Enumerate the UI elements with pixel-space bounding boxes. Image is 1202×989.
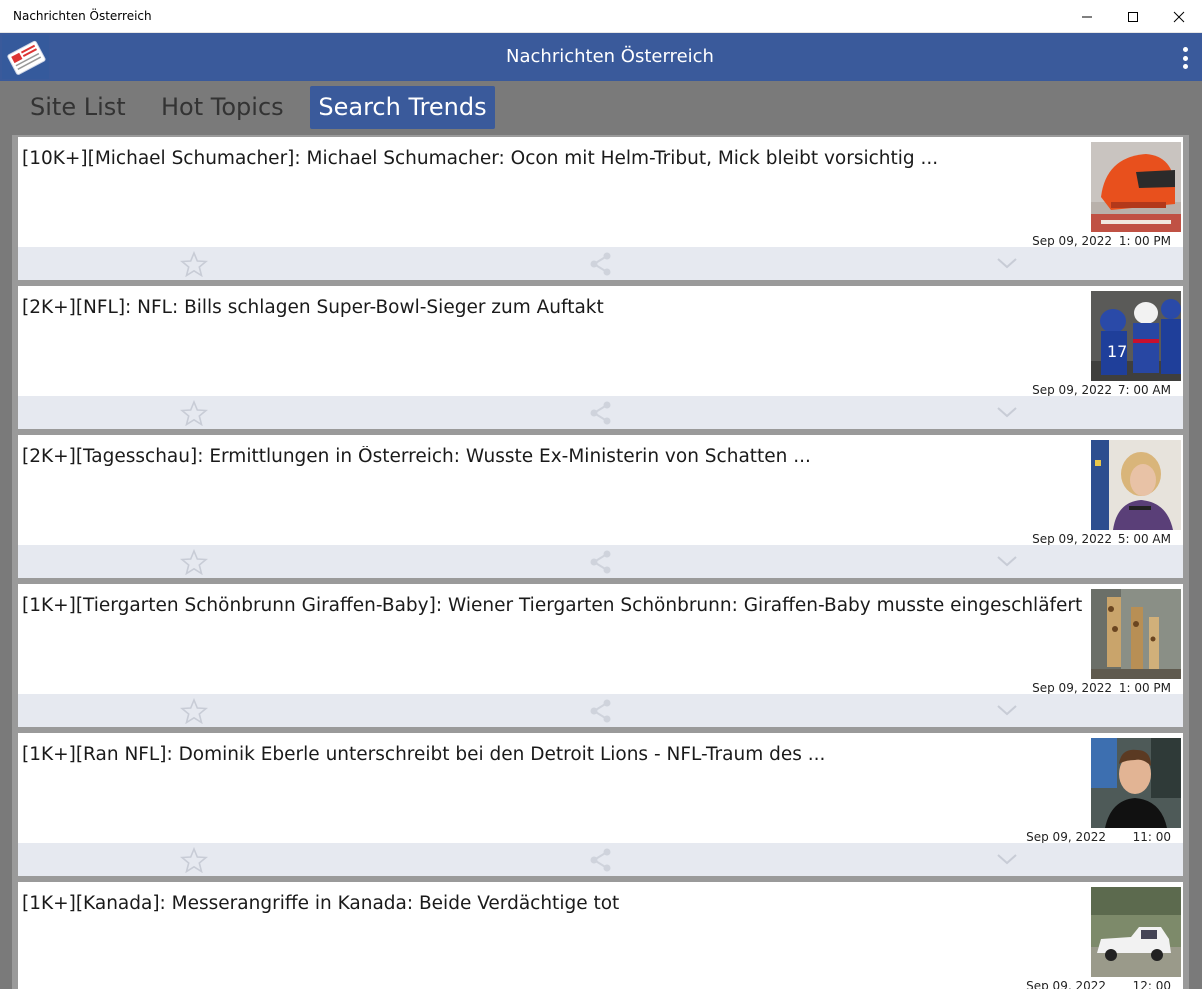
share-icon[interactable] bbox=[588, 847, 614, 873]
article-time: 12: 00 PM bbox=[1132, 979, 1171, 989]
share-icon[interactable] bbox=[588, 549, 614, 575]
white-truck-photo bbox=[1091, 887, 1181, 977]
article-headline[interactable]: [2K+][NFL]: NFL: Bills schlagen Super-Bo… bbox=[22, 297, 1082, 318]
article-thumbnail[interactable] bbox=[1091, 142, 1181, 232]
kebab-dot-icon bbox=[1182, 55, 1188, 61]
article-card[interactable]: [1K+][Kanada]: Messerangriffe in Kanada:… bbox=[18, 882, 1183, 989]
racing-helmet-photo bbox=[1091, 142, 1181, 232]
article-list[interactable]: [10K+][Michael Schumacher]: Michael Schu… bbox=[12, 135, 1189, 989]
tab-search-trends[interactable]: Search Trends bbox=[310, 86, 495, 129]
article-thumbnail[interactable] bbox=[1091, 589, 1181, 679]
share-icon[interactable] bbox=[588, 698, 614, 724]
article-date: Sep 09, 2022 bbox=[1032, 234, 1112, 248]
article-card[interactable]: [1K+][Ran NFL]: Dominik Eberle unterschr… bbox=[18, 733, 1183, 876]
woman-speaking-photo bbox=[1091, 440, 1181, 530]
chevron-down-icon[interactable] bbox=[996, 852, 1018, 866]
article-thumbnail[interactable] bbox=[1091, 738, 1181, 828]
kebab-dot-icon bbox=[1182, 64, 1188, 69]
article-thumbnail[interactable] bbox=[1091, 887, 1181, 977]
left-gutter bbox=[0, 135, 12, 989]
article-card[interactable]: [1K+][Tiergarten Schönbrunn Giraffen-Bab… bbox=[18, 584, 1183, 727]
article-date: Sep 09, 2022 bbox=[1032, 681, 1112, 695]
player-portrait-photo bbox=[1091, 738, 1181, 828]
star-icon[interactable] bbox=[180, 251, 208, 277]
maximize-button[interactable] bbox=[1110, 0, 1156, 33]
article-headline[interactable]: [1K+][Kanada]: Messerangriffe in Kanada:… bbox=[22, 893, 1082, 914]
tab-site-list[interactable]: Site List bbox=[30, 86, 126, 129]
giraffes-photo bbox=[1091, 589, 1181, 679]
window-title: Nachrichten Österreich bbox=[13, 9, 152, 23]
chevron-down-icon[interactable] bbox=[996, 256, 1018, 270]
star-icon[interactable] bbox=[180, 549, 208, 575]
article-date: Sep 09, 2022 bbox=[1032, 532, 1112, 546]
article-time: 5: 00 AM bbox=[1117, 532, 1171, 546]
article-card[interactable]: [2K+][Tagesschau]: Ermittlungen in Öster… bbox=[18, 435, 1183, 578]
share-icon[interactable] bbox=[588, 251, 614, 277]
article-time: 1: 00 PM bbox=[1118, 681, 1171, 695]
minimize-icon bbox=[1082, 16, 1092, 17]
article-time: 7: 00 AM bbox=[1117, 383, 1171, 397]
article-action-bar bbox=[18, 694, 1183, 727]
chevron-down-icon[interactable] bbox=[996, 554, 1018, 568]
chevron-down-icon[interactable] bbox=[996, 405, 1018, 419]
kebab-dot-icon bbox=[1182, 47, 1188, 52]
right-gutter bbox=[1189, 135, 1202, 989]
app-header: Nachrichten Österreich bbox=[0, 33, 1202, 81]
article-date: Sep 09, 2022 bbox=[1026, 979, 1106, 989]
article-action-bar bbox=[18, 843, 1183, 876]
tab-bar: Site List Hot Topics Search Trends bbox=[0, 81, 1202, 135]
article-action-bar bbox=[18, 396, 1183, 429]
star-icon[interactable] bbox=[180, 400, 208, 426]
share-icon[interactable] bbox=[588, 400, 614, 426]
article-date: Sep 09, 2022 bbox=[1032, 383, 1112, 397]
close-icon bbox=[1173, 11, 1185, 22]
star-icon[interactable] bbox=[180, 698, 208, 724]
tab-hot-topics[interactable]: Hot Topics bbox=[161, 86, 284, 129]
kebab-menu-button[interactable] bbox=[1176, 45, 1194, 71]
minimize-button[interactable] bbox=[1064, 0, 1110, 33]
article-headline[interactable]: [10K+][Michael Schumacher]: Michael Schu… bbox=[22, 148, 1082, 169]
window-titlebar: Nachrichten Österreich bbox=[0, 0, 1202, 33]
article-thumbnail[interactable]: 17 bbox=[1091, 291, 1181, 381]
star-icon[interactable] bbox=[180, 847, 208, 873]
svg-text:17: 17 bbox=[1107, 342, 1127, 361]
article-time: 1: 00 PM bbox=[1118, 234, 1171, 248]
article-card[interactable]: [2K+][NFL]: NFL: Bills schlagen Super-Bo… bbox=[18, 286, 1183, 429]
article-headline[interactable]: [2K+][Tagesschau]: Ermittlungen in Öster… bbox=[22, 446, 1082, 467]
article-card[interactable]: [10K+][Michael Schumacher]: Michael Schu… bbox=[18, 137, 1183, 280]
close-button[interactable] bbox=[1156, 0, 1202, 33]
article-headline[interactable]: [1K+][Ran NFL]: Dominik Eberle unterschr… bbox=[22, 744, 1082, 765]
article-action-bar bbox=[18, 247, 1183, 280]
article-thumbnail[interactable] bbox=[1091, 440, 1181, 530]
article-action-bar bbox=[18, 545, 1183, 578]
maximize-icon bbox=[1128, 11, 1138, 22]
app-title: Nachrichten Österreich bbox=[506, 46, 714, 67]
article-date: Sep 09, 2022 bbox=[1026, 830, 1106, 844]
article-headline[interactable]: [1K+][Tiergarten Schönbrunn Giraffen-Bab… bbox=[22, 595, 1082, 616]
football-players-photo: 17 bbox=[1091, 291, 1181, 381]
chevron-down-icon[interactable] bbox=[996, 703, 1018, 717]
